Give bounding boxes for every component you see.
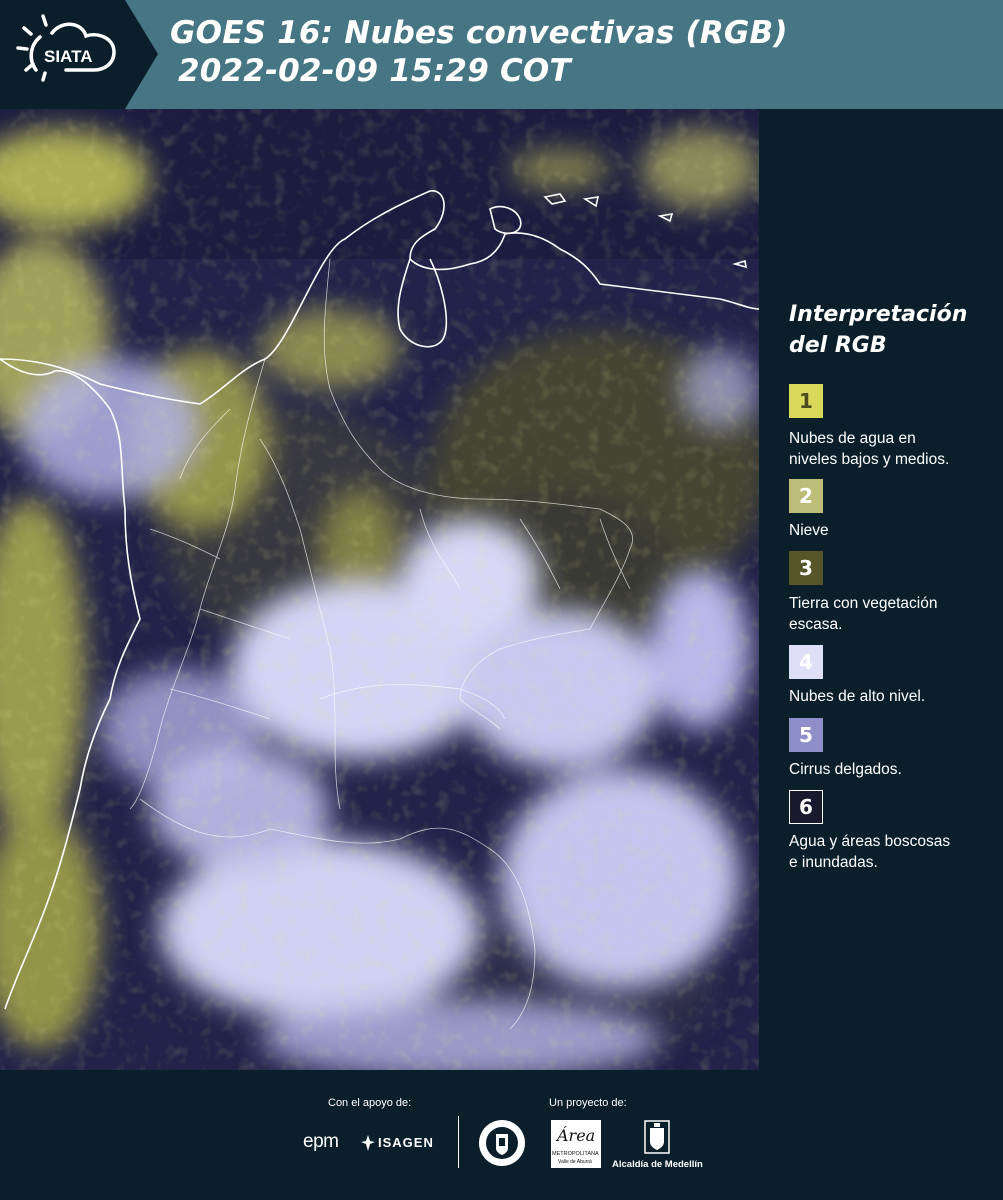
legend-desc-5-line1: Cirrus delgados.: [789, 761, 902, 778]
legend-desc-2-line1: Nieve: [789, 522, 829, 539]
legend-desc-5: Cirrus delgados.: [789, 759, 994, 780]
legend-desc-3: Tierra con vegetación escasa.: [789, 593, 994, 635]
epm-logo-text: epm: [303, 1131, 339, 1152]
project-label: Un proyecto de:: [549, 1097, 627, 1109]
legend-desc-3-line1: Tierra con vegetación: [789, 595, 938, 612]
alcaldia-label: Alcaldía de Medellín: [612, 1159, 703, 1170]
legend-swatch-3: 3: [789, 551, 823, 585]
area-logo-line1: METROPOLITANA: [552, 1151, 599, 1157]
legend-title: Interpretación del RGB: [789, 299, 994, 361]
area-metropolitana-logo: Área METROPOLITANA Valle de Aburrá: [551, 1120, 601, 1168]
legend-desc-1-line1: Nubes de agua en: [789, 430, 916, 447]
legend-desc-6-line2: e inundadas.: [789, 854, 878, 871]
legend-swatch-4: 4: [789, 645, 823, 679]
area-logo-line2: Valle de Aburrá: [558, 1159, 592, 1165]
legend-panel: Interpretación del RGB 1 Nubes de agua e…: [759, 109, 1003, 1070]
legend-number-2: 2: [799, 484, 813, 508]
satellite-map: [0, 109, 759, 1070]
footer-divider: [458, 1116, 459, 1168]
satellite-image: [0, 109, 759, 1070]
page-datetime: 2022-02-09 15:29 COT: [178, 53, 571, 89]
legend-desc-4: Nubes de alto nivel.: [789, 686, 994, 707]
legend-desc-6-line1: Agua y áreas boscosas: [789, 833, 951, 850]
logo-text: SIATA: [44, 47, 92, 66]
legend-number-1: 1: [799, 389, 813, 413]
page-title: GOES 16: Nubes convectivas (RGB): [170, 15, 788, 51]
legend-title-line1: Interpretación: [789, 302, 968, 327]
legend-swatch-5: 5: [789, 718, 823, 752]
legend-desc-4-line1: Nubes de alto nivel.: [789, 688, 926, 705]
legend-desc-2: Nieve: [789, 520, 994, 541]
legend-number-5: 5: [799, 723, 813, 747]
alcaldia-shield-icon: [644, 1120, 670, 1154]
legend-number-6: 6: [799, 795, 813, 819]
isagen-logo-text: ISAGEN: [378, 1135, 434, 1150]
legend-desc-1: Nubes de agua en niveles bajos y medios.: [789, 428, 994, 470]
medellin-seal-icon: [479, 1120, 525, 1166]
area-logo-script: Área: [557, 1126, 596, 1145]
legend-desc-6: Agua y áreas boscosas e inundadas.: [789, 831, 994, 873]
legend-number-3: 3: [799, 556, 813, 580]
footer: Con el apoyo de: Un proyecto de: epm ISA…: [0, 1070, 1003, 1200]
support-label: Con el apoyo de:: [328, 1097, 412, 1109]
legend-desc-1-line2: niveles bajos y medios.: [789, 451, 950, 468]
header-bar: SIATA GOES 16: Nubes convectivas (RGB) 2…: [0, 0, 1003, 109]
legend-title-line2: del RGB: [789, 333, 887, 358]
legend-number-4: 4: [799, 650, 813, 674]
isagen-icon: [361, 1135, 375, 1151]
legend-swatch-6: 6: [789, 790, 823, 824]
epm-logo: epm: [303, 1131, 339, 1153]
logo-band: SIATA: [0, 0, 158, 109]
legend-swatch-2: 2: [789, 479, 823, 513]
legend-swatch-1: 1: [789, 384, 823, 418]
legend-desc-3-line2: escasa.: [789, 616, 843, 633]
